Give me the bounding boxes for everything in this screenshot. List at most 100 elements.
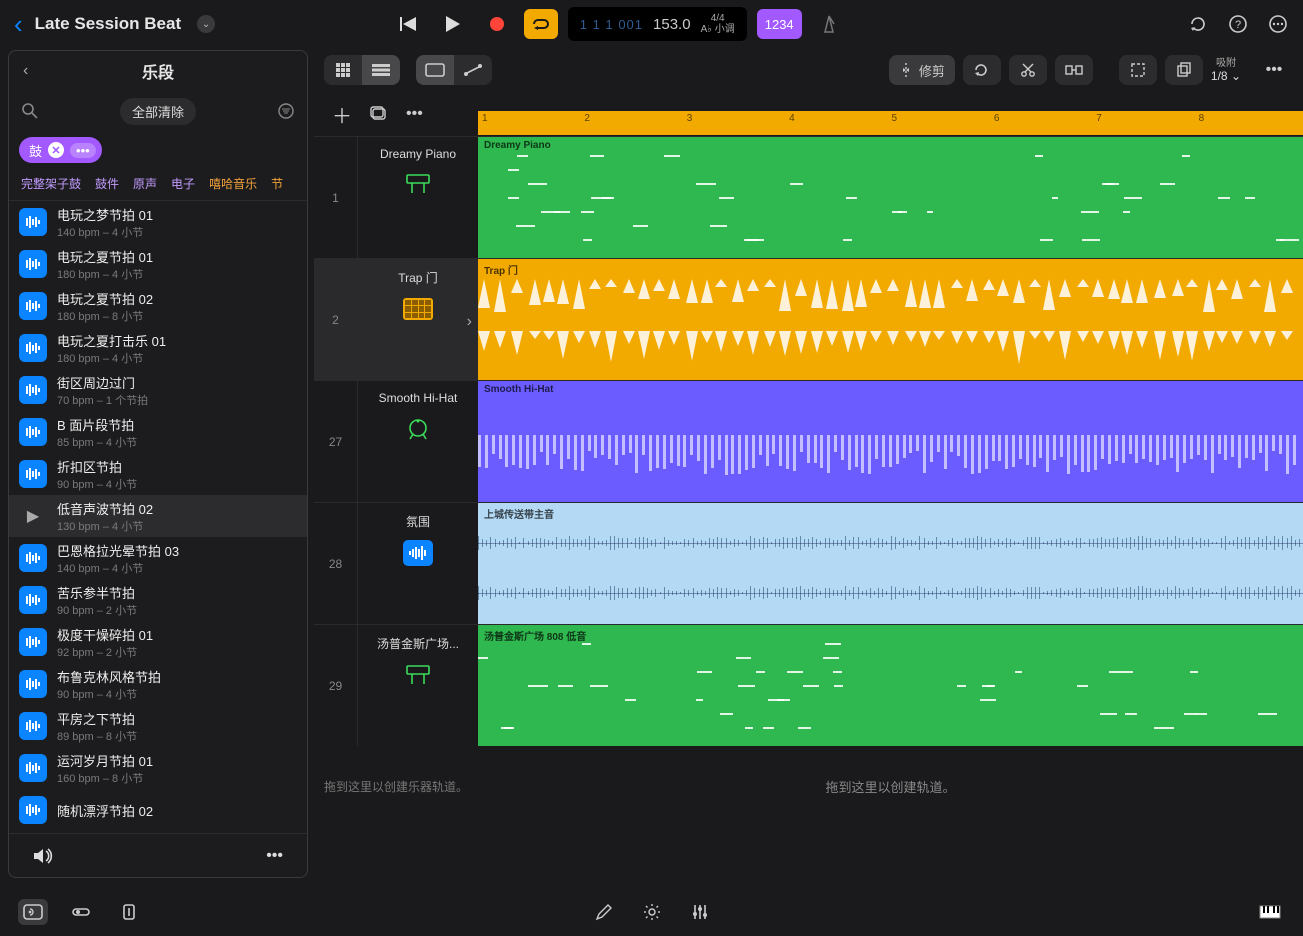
- plugin-toggle-button[interactable]: [114, 899, 144, 925]
- preview-volume-icon[interactable]: [33, 847, 55, 865]
- track-number: 27: [314, 381, 358, 502]
- automation-view-button[interactable]: [454, 55, 492, 85]
- track-lane[interactable]: 汤普金斯广场 808 低音: [478, 625, 1303, 746]
- search-icon[interactable]: [21, 102, 39, 120]
- loop-thumb-icon: [19, 628, 47, 656]
- mixer-toggle-button[interactable]: [66, 899, 96, 925]
- loop-item[interactable]: 平房之下节拍89 bpm – 8 小节: [9, 705, 307, 747]
- project-menu-button[interactable]: ⌄: [197, 15, 215, 33]
- loop-item[interactable]: 折扣区节拍90 bpm – 4 小节: [9, 453, 307, 495]
- track-header-controls: ＋ •••: [314, 100, 478, 129]
- region-view-button[interactable]: [416, 55, 454, 85]
- more-button[interactable]: [1267, 13, 1289, 35]
- track-row: 2 Trap 门 › Trap 门: [314, 258, 1303, 380]
- category-tab[interactable]: 完整架子鼓: [21, 175, 81, 192]
- drop-zone[interactable]: 拖到这里以创建乐器轨道。拖到这里以创建轨道。: [314, 746, 1303, 826]
- scissors-split-button[interactable]: 修剪: [889, 55, 955, 85]
- browser-toggle-button[interactable]: [18, 899, 48, 925]
- tracks-more-button[interactable]: •••: [1255, 55, 1293, 85]
- faders-icon[interactable]: [691, 903, 709, 921]
- undo-button[interactable]: [1187, 13, 1209, 35]
- view-mode-segment[interactable]: [324, 55, 400, 85]
- loop-item[interactable]: 电玩之夏节拍 02180 bpm – 8 小节: [9, 285, 307, 327]
- display-mode-segment[interactable]: [416, 55, 492, 85]
- loop-tool-button[interactable]: [963, 55, 1001, 85]
- pencil-tool-icon[interactable]: [595, 903, 613, 921]
- loop-item[interactable]: 街区周边过门70 bpm – 1 个节拍: [9, 369, 307, 411]
- track-stack-button[interactable]: [370, 106, 388, 122]
- loop-meta: 90 bpm – 4 小节: [57, 686, 161, 702]
- tracks-view-button[interactable]: [362, 55, 400, 85]
- loop-item[interactable]: 随机漂浮节拍 02: [9, 789, 307, 831]
- scissors-tool-button[interactable]: [1009, 55, 1047, 85]
- brightness-icon[interactable]: [643, 903, 661, 921]
- metronome-button[interactable]: [812, 9, 846, 39]
- filter-tag-drums[interactable]: 鼓 ✕ •••: [19, 137, 102, 163]
- loop-item[interactable]: 巴恩格拉光晕节拍 03140 bpm – 4 小节: [9, 537, 307, 579]
- back-button[interactable]: ‹: [14, 9, 23, 40]
- browser-more-icon[interactable]: •••: [266, 847, 283, 865]
- region[interactable]: Trap 门: [478, 259, 1303, 380]
- category-tab[interactable]: 节: [271, 175, 283, 192]
- category-tab[interactable]: 嘻哈音乐: [209, 175, 257, 192]
- browser-back-button[interactable]: ‹: [23, 62, 28, 80]
- category-tab[interactable]: 鼓件: [95, 175, 119, 192]
- loop-item[interactable]: 苦乐参半节拍90 bpm – 2 小节: [9, 579, 307, 621]
- play-button[interactable]: [436, 9, 470, 39]
- tag-remove-icon[interactable]: ✕: [48, 142, 64, 158]
- loop-list[interactable]: 电玩之梦节拍 01140 bpm – 4 小节 电玩之夏节拍 01180 bpm…: [9, 201, 307, 833]
- project-title[interactable]: Late Session Beat: [35, 14, 181, 34]
- track-info[interactable]: Smooth Hi-Hat: [358, 381, 478, 502]
- track-disclosure-icon[interactable]: ›: [467, 313, 472, 331]
- ruler-bar-number: 2: [584, 113, 590, 124]
- track-info[interactable]: Trap 门: [358, 259, 478, 380]
- filter-settings-icon[interactable]: [277, 102, 295, 120]
- grid-view-button[interactable]: [324, 55, 362, 85]
- piano-keyboard-button[interactable]: [1255, 899, 1285, 925]
- join-tool-button[interactable]: [1055, 55, 1093, 85]
- cycle-button[interactable]: [524, 9, 558, 39]
- tracks-area: 修剪 吸附 1/8 ⌄ ••• ＋ ••• 12345678 1: [314, 48, 1303, 880]
- bar-ruler[interactable]: 12345678: [478, 111, 1303, 135]
- browser-category-tabs[interactable]: 完整架子鼓鼓件原声电子嘻哈音乐节: [9, 169, 307, 201]
- track-lane[interactable]: Dreamy Piano: [478, 137, 1303, 258]
- loop-item[interactable]: 极度干燥碎拍 0192 bpm – 2 小节: [9, 621, 307, 663]
- go-to-start-button[interactable]: [392, 9, 426, 39]
- track-info[interactable]: 汤普金斯广场...: [358, 625, 478, 746]
- loop-item[interactable]: ▶ 低音声波节拍 02130 bpm – 4 小节: [9, 495, 307, 537]
- clear-all-button[interactable]: 全部清除: [120, 98, 196, 125]
- loop-item[interactable]: 电玩之梦节拍 01140 bpm – 4 小节: [9, 201, 307, 243]
- loop-item[interactable]: 电玩之夏打击乐 01180 bpm – 4 小节: [9, 327, 307, 369]
- category-tab[interactable]: 原声: [133, 175, 157, 192]
- track-info[interactable]: 氛围: [358, 503, 478, 624]
- record-button[interactable]: [480, 9, 514, 39]
- lcd-display[interactable]: 1 1 1 001 153.0 4/4 A♭ 小调: [568, 7, 747, 41]
- track-info[interactable]: Dreamy Piano: [358, 137, 478, 258]
- track-row: 29 汤普金斯广场... 汤普金斯广场 808 低音: [314, 624, 1303, 746]
- snap-control[interactable]: 吸附 1/8 ⌄: [1211, 58, 1247, 82]
- loop-meta: 85 bpm – 4 小节: [57, 434, 137, 450]
- track-lane[interactable]: 上城传送带主音: [478, 503, 1303, 624]
- track-lane[interactable]: Smooth Hi-Hat: [478, 381, 1303, 502]
- loop-item[interactable]: 电玩之夏节拍 01180 bpm – 4 小节: [9, 243, 307, 285]
- loop-item[interactable]: 布鲁克林风格节拍90 bpm – 4 小节: [9, 663, 307, 705]
- track-header-more-button[interactable]: •••: [406, 105, 423, 123]
- loop-item[interactable]: B 面片段节拍85 bpm – 4 小节: [9, 411, 307, 453]
- ruler-bar-number: 8: [1199, 113, 1205, 124]
- help-button[interactable]: ?: [1227, 13, 1249, 35]
- loop-item[interactable]: 运河岁月节拍 01160 bpm – 8 小节: [9, 747, 307, 789]
- region[interactable]: Smooth Hi-Hat: [478, 381, 1303, 502]
- copy-tool-button[interactable]: [1165, 55, 1203, 85]
- region[interactable]: 上城传送带主音: [478, 503, 1303, 624]
- track-lane[interactable]: Trap 门: [478, 259, 1303, 380]
- region[interactable]: 汤普金斯广场 808 低音: [478, 625, 1303, 746]
- marquee-tool-button[interactable]: [1119, 55, 1157, 85]
- loop-name: 随机漂浮节拍 02: [57, 801, 153, 820]
- main-area: ‹ 乐段 全部清除 鼓 ✕ ••• 完整架子鼓鼓件原声电子嘻哈音乐节 电玩之梦节…: [0, 48, 1303, 880]
- region[interactable]: Dreamy Piano: [478, 137, 1303, 258]
- drop-zone-lane: 拖到这里以创建轨道。: [478, 746, 1303, 826]
- count-in-button[interactable]: 1234: [757, 9, 802, 39]
- category-tab[interactable]: 电子: [171, 175, 195, 192]
- add-track-button[interactable]: ＋: [332, 100, 352, 129]
- tag-more-icon[interactable]: •••: [70, 143, 96, 158]
